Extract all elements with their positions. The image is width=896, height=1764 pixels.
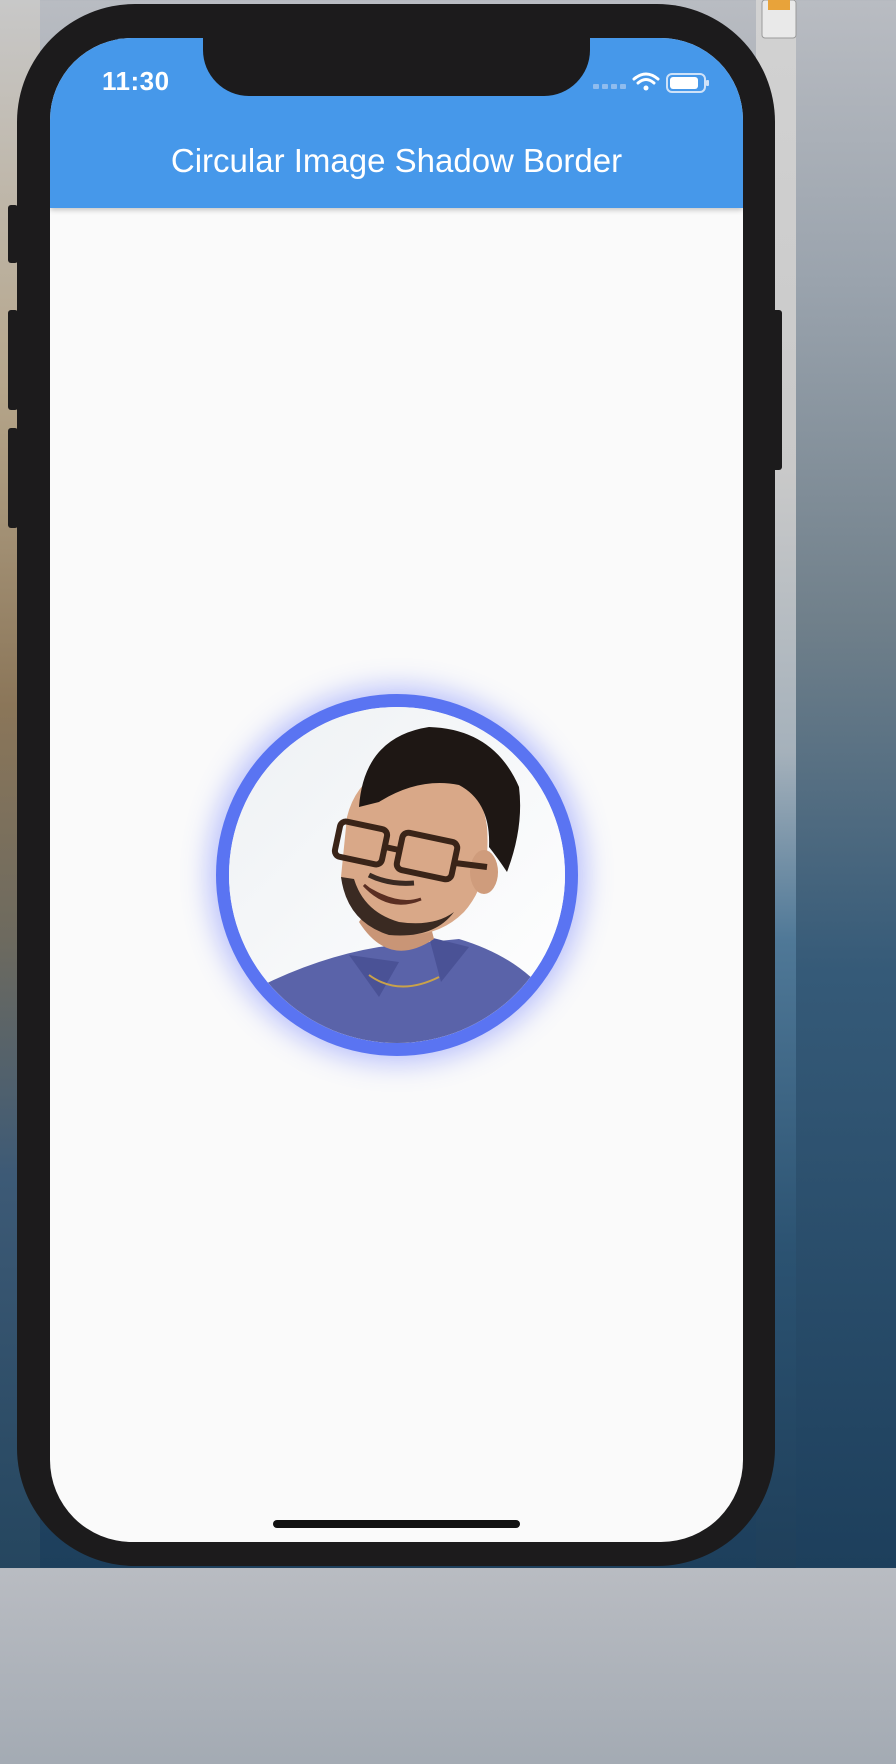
profile-photo-illustration <box>229 707 565 1043</box>
avatar-ring <box>216 694 578 1056</box>
battery-icon <box>666 73 709 93</box>
app-title: Circular Image Shadow Border <box>170 142 623 179</box>
phone-frame: 11:30 Circular Image Shadow Border <box>17 4 775 1566</box>
cellular-signal-icon <box>593 84 626 89</box>
signal-wifi-battery-icon <box>593 72 709 93</box>
desktop-file-icon <box>761 0 797 39</box>
profile-photo <box>229 707 565 1043</box>
status-time: 11:30 <box>102 66 170 96</box>
wifi-icon <box>632 72 660 91</box>
notch <box>203 38 590 96</box>
screen: 11:30 Circular Image Shadow Border <box>50 38 743 1542</box>
status-icons <box>593 70 713 96</box>
home-indicator[interactable] <box>273 1520 520 1528</box>
